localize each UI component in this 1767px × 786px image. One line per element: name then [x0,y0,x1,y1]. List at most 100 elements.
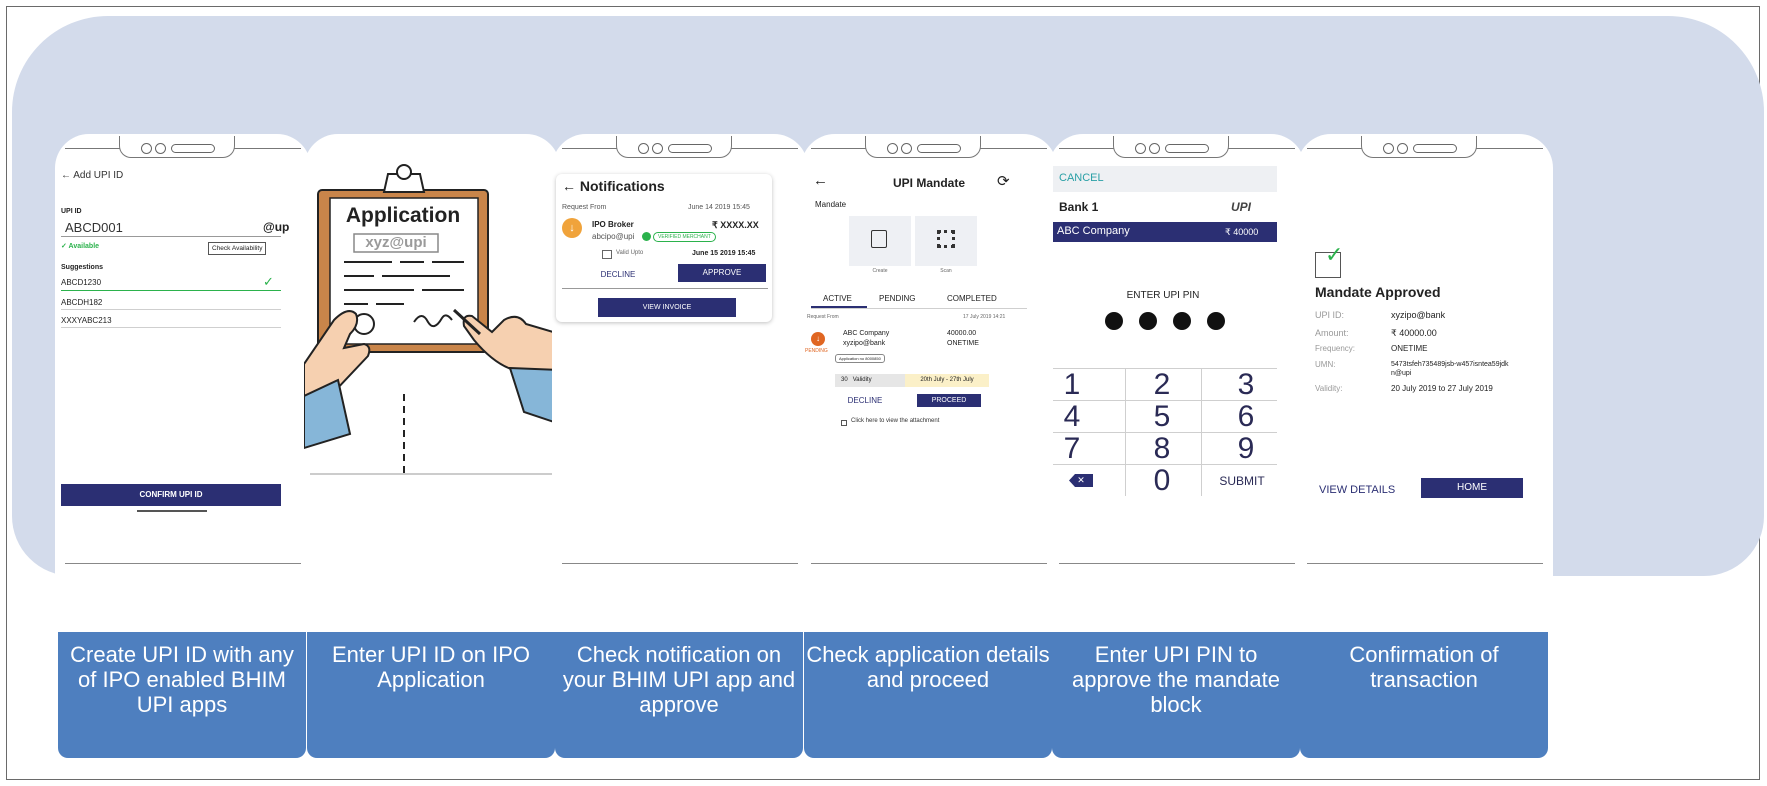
request-date: June 14 2019 15:45 [688,204,750,211]
step-caption-2: Enter UPI ID on IPO Application [307,632,555,758]
request-date: 17 July 2019 14:21 [963,314,1006,320]
phone-mandate-approved: ✓ Mandate Approved UPI ID: xyzipo@bank A… [1297,134,1553,576]
upi-id-input[interactable]: ABCD001 [65,220,123,235]
suggestions-label: Suggestions [61,264,104,271]
home-button[interactable]: HOME [1421,478,1523,498]
key-0[interactable]: 0 [1119,464,1205,498]
upi-id-text: xyz@upi [365,234,427,251]
request-from-label: Request From [562,204,607,211]
notifications-title[interactable]: ← Notifications [562,178,665,194]
phone-application-illustration: Application xyz@upi [304,134,560,576]
pending-icon: ↓ [811,332,825,346]
pin-dot [1105,312,1123,330]
detail-value: ONETIME [1391,344,1428,353]
upi-logo: UPI [1231,200,1252,214]
amount: ₹ XXXX.XX [712,220,759,230]
verified-icon [642,232,651,241]
detail-label: Validity: [1315,384,1343,393]
detail-value: xyzipo@bank [1391,310,1446,320]
approved-title: Mandate Approved [1315,284,1441,300]
tab-active[interactable]: ACTIVE [823,294,852,303]
pin-dot [1139,312,1157,330]
qr-icon [937,230,955,248]
decline-button[interactable]: DECLINE [578,266,658,284]
step-caption-4: Check application details and proceed [804,632,1052,758]
submit-button[interactable]: SUBMIT [1211,474,1273,488]
create-label: Create [872,268,888,274]
attachment-icon [841,420,847,426]
view-invoice-button[interactable]: VIEW INVOICE [598,298,736,317]
phone-upi-mandate: ← UPI Mandate ⟳ Mandate Create Scan ACTI… [801,134,1057,576]
bank-name: Bank 1 [1059,200,1099,214]
pending-status: PENDING [805,348,828,354]
cancel-button[interactable]: CANCEL [1059,172,1104,184]
suggestion-item[interactable]: ABCDH182 [61,298,102,307]
application-title: Application [345,204,461,227]
scan-tile[interactable] [915,216,977,266]
validity-days-box: 30 Validity [835,374,905,387]
detail-value: ₹ 40000.00 [1391,328,1437,338]
key-6[interactable]: 6 [1203,400,1289,434]
pin-dot [1207,312,1225,330]
check-icon: ✓ [263,274,274,289]
suggestion-item[interactable]: XXXYABC213 [61,316,112,325]
key-4[interactable]: 4 [1049,400,1115,434]
detail-label: Frequency: [1315,344,1356,353]
validity-label: Validity [852,377,872,383]
payee-name: ABC Company [1057,225,1130,237]
approve-button[interactable]: APPROVE [678,264,766,282]
detail-value: 20 July 2019 to 27 July 2019 [1391,384,1493,393]
tab-completed[interactable]: COMPLETED [947,294,997,303]
download-icon: ↓ [562,218,582,238]
company-name: ABC Company [843,330,890,337]
validity-days: 30 [841,377,848,383]
create-tile[interactable] [849,216,911,266]
suggestion-item[interactable]: ABCD1230 [61,278,101,287]
scan-label: Scan [940,268,952,274]
check-icon: ✓ [1325,242,1344,267]
home-indicator [137,510,207,512]
check-availability-button[interactable]: Check Availability [208,242,267,255]
step-caption-5: Enter UPI PIN to approve the mandate blo… [1052,632,1300,758]
available-status: ✓ Available [61,243,100,250]
detail-value: 5473tsfeh735489jsb-w457isntea59jdkn@upi [1391,361,1509,377]
step-caption-3: Check notification on your BHIM UPI app … [555,632,803,758]
key-8[interactable]: 8 [1119,432,1205,466]
key-1[interactable]: 1 [1049,368,1115,402]
tab-pending[interactable]: PENDING [879,294,915,303]
upi-suffix: @up [263,220,290,234]
detail-label: UMN: [1315,360,1336,369]
mandate-vpa: xyzipo@bank [843,340,886,347]
calendar-icon [602,250,612,259]
document-icon [871,230,887,248]
key-3[interactable]: 3 [1203,368,1289,402]
step-caption-1: Create UPI ID with any of IPO enabled BH… [58,632,306,758]
enter-pin-label: ENTER UPI PIN [1126,290,1200,301]
back-title[interactable]: ← Add UPI ID [61,170,123,181]
request-from-label: Request From [807,314,839,320]
refresh-icon[interactable]: ⟳ [997,172,1010,190]
backspace-icon[interactable]: ✕ [1069,474,1093,487]
valid-upto-date: June 15 2019 15:45 [692,250,756,257]
payer-vpa: abcipo@upi [592,232,635,241]
phone-notifications: ← Notifications Request From June 14 201… [552,134,808,576]
mandate-title: UPI Mandate [892,176,965,190]
key-9[interactable]: 9 [1203,432,1289,466]
mandate-amount: 40000.00 [947,330,977,337]
mandate-frequency: ONETIME [947,340,979,347]
phone-enter-pin: CANCEL Bank 1 UPI ABC Company ₹ 40000 EN… [1049,134,1305,576]
key-5[interactable]: 5 [1119,400,1205,434]
key-7[interactable]: 7 [1049,432,1115,466]
payee-amount: ₹ 40000 [1225,227,1259,237]
decline-button[interactable]: DECLINE [835,396,895,405]
key-2[interactable]: 2 [1119,368,1205,402]
phone-top-bezel [55,134,311,166]
step-caption-6: Confirmation of transaction [1300,632,1548,758]
upi-id-label: UPI ID [61,208,82,215]
clipboard-illustration [304,164,560,475]
confirm-upi-id-button[interactable]: CONFIRM UPI ID [61,484,281,506]
attachment-link[interactable]: Click here to view the attachment [851,418,939,424]
pin-dot [1173,312,1191,330]
view-details-button[interactable]: VIEW DETAILS [1319,484,1395,496]
proceed-button[interactable]: PROCEED [917,394,981,407]
